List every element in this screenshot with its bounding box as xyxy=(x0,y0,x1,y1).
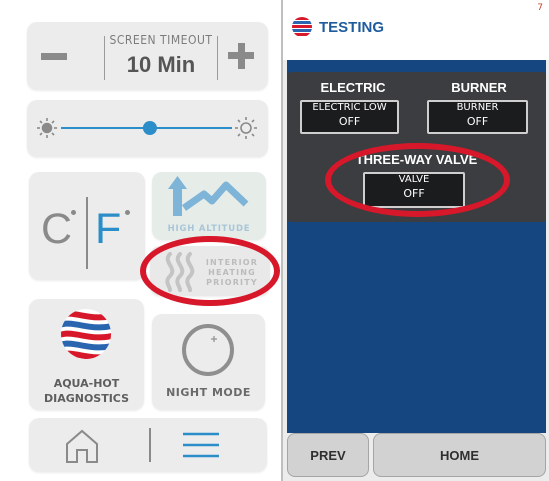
brightness-high-icon xyxy=(235,117,257,139)
fahrenheit-option[interactable]: F xyxy=(95,205,121,254)
degree-symbol xyxy=(125,210,130,215)
bottom-nav-bar xyxy=(29,418,267,472)
night-mode-button[interactable]: NIGHT MODE xyxy=(152,314,265,410)
aqua-hot-label: AQUA-HOT DIAGNOSTICS xyxy=(29,376,144,406)
high-altitude-label: HIGH ALTITUDE xyxy=(167,224,251,234)
screen-timeout-control: SCREEN TIMEOUT 10 Min xyxy=(27,22,268,90)
electric-low-button[interactable]: ELECTRIC LOW OFF xyxy=(300,100,399,134)
screen-timeout-value: 10 Min xyxy=(126,52,196,77)
moon-icon xyxy=(182,324,234,376)
minus-icon xyxy=(41,52,67,60)
divider xyxy=(86,197,88,269)
brightness-slider[interactable] xyxy=(27,100,268,157)
mountain-arrow-icon xyxy=(168,176,249,216)
button-label: BURNER xyxy=(456,102,499,113)
button-label: ELECTRIC LOW xyxy=(312,102,387,113)
highlight-circle xyxy=(325,143,510,217)
celsius-option[interactable]: C xyxy=(41,205,72,254)
label-line: DIAGNOSTICS xyxy=(43,392,130,405)
aqua-hot-logo xyxy=(61,309,111,359)
button-state: OFF xyxy=(338,115,361,128)
high-altitude-button[interactable]: HIGH ALTITUDE xyxy=(152,172,266,240)
button-state: OFF xyxy=(466,115,489,128)
divider xyxy=(149,428,151,462)
label-line: AQUA-HOT xyxy=(53,377,120,390)
home-icon[interactable] xyxy=(62,426,102,466)
home-button[interactable]: HOME xyxy=(373,433,546,477)
brightness-low-icon xyxy=(37,118,57,138)
electric-heading: ELECTRIC xyxy=(320,80,386,95)
temperature-unit-toggle[interactable]: C F xyxy=(29,172,145,280)
highlight-circle xyxy=(140,236,280,306)
aqua-hot-logo xyxy=(292,17,312,37)
page-number: 7 xyxy=(537,3,543,13)
timeout-decrease-button[interactable] xyxy=(31,30,77,82)
footer-nav: PREV HOME xyxy=(287,433,546,477)
timeout-increase-button[interactable] xyxy=(218,30,264,82)
screen-timeout-label: SCREEN TIMEOUT xyxy=(109,33,213,47)
menu-icon[interactable] xyxy=(181,430,221,460)
burner-heading: BURNER xyxy=(451,80,507,95)
prev-button[interactable]: PREV xyxy=(287,433,369,477)
aqua-hot-diagnostics-button[interactable]: AQUA-HOT DIAGNOSTICS xyxy=(29,299,144,410)
burner-button[interactable]: BURNER OFF xyxy=(427,100,528,134)
testing-header: TESTING 7 xyxy=(283,0,549,60)
slider-thumb[interactable] xyxy=(142,121,157,135)
page-title: TESTING xyxy=(319,19,385,36)
night-mode-label: NIGHT MODE xyxy=(166,386,251,399)
